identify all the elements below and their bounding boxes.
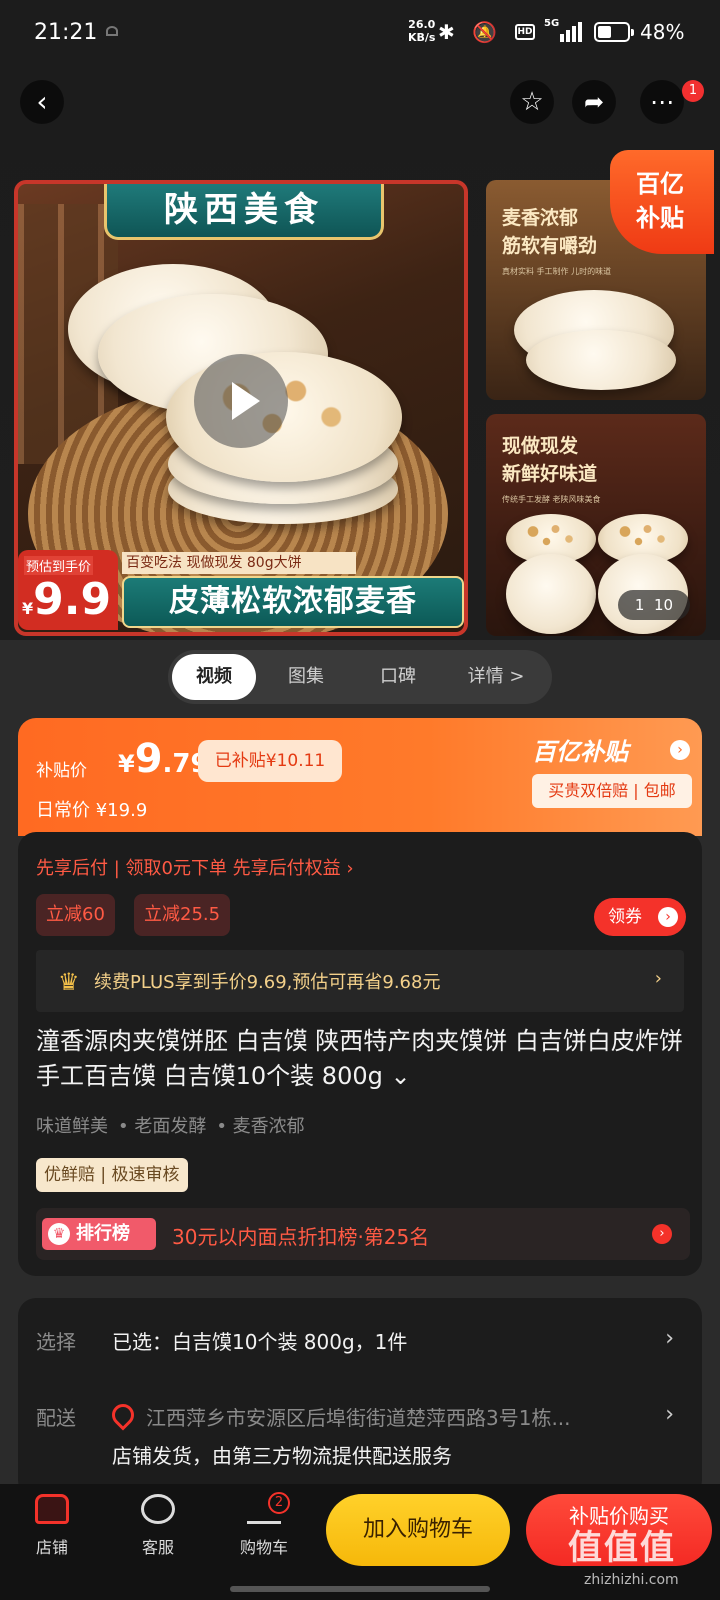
chevron-right-icon: › <box>652 1224 672 1244</box>
mute-icon: 🔕 <box>472 20 497 44</box>
status-bar: 21:21 26.0 KB/s ✱ 🔕 HD 5G 48% <box>0 0 720 66</box>
image-counter: 1 10 <box>618 590 690 620</box>
product-title: 潼香源肉夹馍饼胚 白吉馍 陕西特产肉夹馍饼 白吉饼白皮炸饼 手工百吉馍 白吉馍1… <box>36 1027 683 1090</box>
shop-button[interactable]: 店铺 <box>12 1494 92 1558</box>
chevron-right-icon: › <box>658 907 678 927</box>
chevron-right-icon: › <box>654 968 662 989</box>
ship-label: 配送 <box>36 1406 76 1430</box>
home-indicator[interactable] <box>230 1586 490 1592</box>
service-tags[interactable]: 优鲜赔 | 极速审核 <box>36 1158 188 1192</box>
bluetooth-icon: ✱ <box>438 20 455 44</box>
add-to-cart-button[interactable]: 加入购物车 <box>326 1494 510 1566</box>
main-product-video[interactable]: 陕西美食 预估到手价 ¥9.9 百变吃法 现做现发 80g大饼 皮薄松软浓郁麦香 <box>14 180 468 636</box>
paylater-link[interactable]: 先享后付 | 领取0元下单 先享后付权益 › <box>36 854 354 880</box>
options-card: 选择 已选：白吉馍10个装 800g，1件 › 配送 江西萍乡市安源区后埠街街道… <box>18 1298 702 1498</box>
watermark-url: zhizhizhi.com <box>584 1572 679 1588</box>
price-panel: 补贴价 ¥9.79 已补贴¥10.11 日常价 ¥19.9 百亿补贴 › 买贵双… <box>18 718 702 836</box>
banner-title: 陕西美食 <box>104 184 384 240</box>
coupon-button[interactable]: 领券 › <box>594 898 686 936</box>
star-icon[interactable]: ☆ <box>510 80 554 124</box>
bottom-action-bar: 店铺 客服 购物车 2 加入购物车 补贴价购买 值值值 zhizhizhi.co… <box>0 1484 720 1600</box>
perk-tag: 买贵双倍赔 | 包邮 <box>532 774 692 808</box>
shop-icon <box>35 1494 69 1524</box>
tab-video[interactable]: 视频 <box>172 654 256 700</box>
share-icon[interactable]: ➦ <box>572 80 616 124</box>
banner-slogan: 皮薄松软浓郁麦香 <box>122 576 464 628</box>
discount-chip[interactable]: 立减60 <box>36 894 115 936</box>
more-icon[interactable]: ⋯ <box>640 80 684 124</box>
rank-badge: ♛ 排行榜 <box>42 1218 156 1250</box>
battery-icon <box>594 22 634 42</box>
banner-subline: 百变吃法 现做现发 80g大饼 <box>122 552 356 574</box>
play-icon[interactable] <box>194 354 288 448</box>
choose-value[interactable]: 已选：白吉馍10个装 800g，1件 <box>112 1326 407 1355</box>
crown-icon: ♛ <box>58 968 80 996</box>
tab-details[interactable]: 详情 > <box>448 654 544 700</box>
cart-count-badge: 2 <box>268 1492 290 1514</box>
signal-icon: 5G <box>544 18 584 44</box>
choose-label: 选择 <box>36 1330 76 1354</box>
hd-icon: HD <box>515 24 535 40</box>
rank-text: 30元以内面点折扣榜·第25名 <box>172 1225 430 1249</box>
product-page: 21:21 26.0 KB/s ✱ 🔕 HD 5G 48% ‹ ☆ ➦ ⋯ 1 … <box>0 0 720 1600</box>
service-button[interactable]: 客服 <box>118 1494 198 1558</box>
chevron-right-icon[interactable]: › <box>670 740 690 760</box>
tab-reviews[interactable]: 口碑 <box>356 654 440 700</box>
product-info-card: 先享后付 | 领取0元下单 先享后付权益 › 立减60 立减25.5 领券 › ♛… <box>18 832 702 1276</box>
rank-bar[interactable]: ♛ 排行榜 30元以内面点折扣榜·第25名 › <box>36 1208 690 1260</box>
ship-address[interactable]: 江西萍乡市安源区后埠街街道楚萍西路3号1栋... <box>146 1402 646 1431</box>
tab-gallery[interactable]: 图集 <box>264 654 348 700</box>
more-badge: 1 <box>682 80 704 102</box>
cart-button[interactable]: 购物车 <box>224 1494 304 1558</box>
back-icon[interactable]: ‹ <box>20 80 64 124</box>
status-time: 21:21 <box>34 20 98 45</box>
ship-note: 店铺发货，由第三方物流提供配送服务 <box>112 1444 452 1468</box>
subsidy-brand[interactable]: 百亿补贴 <box>532 732 628 767</box>
plus-bar[interactable]: ♛ 续费PLUS享到手价9.69,预估可再省9.68元 › <box>36 950 684 1012</box>
chevron-right-icon[interactable]: › <box>665 1326 674 1351</box>
price-tag: 预估到手价 ¥9.9 <box>18 550 118 630</box>
discount-chip[interactable]: 立减25.5 <box>134 894 231 936</box>
subsidy-badge: 百亿 补贴 <box>610 150 714 254</box>
battery-percent: 48% <box>640 20 685 44</box>
watermark: 值值值 <box>568 1528 676 1568</box>
trophy-icon: ♛ <box>48 1223 70 1245</box>
daily-price: 日常价 ¥19.9 <box>36 800 148 821</box>
media-tabs: 视频 图集 口碑 详情 > <box>168 650 552 704</box>
feature-list: 味道鲜美 • 老面发酵 • 麦香浓郁 <box>36 1116 305 1137</box>
net-speed: 26.0 KB/s <box>408 18 436 44</box>
subsidy-price: ¥9.79 <box>118 736 209 782</box>
notification-icon <box>106 26 118 36</box>
chat-icon <box>141 1494 175 1524</box>
subsidy-price-label: 补贴价 <box>36 761 87 781</box>
subsidized-amount: 已补贴¥10.11 <box>198 740 342 782</box>
chevron-right-icon[interactable]: › <box>665 1402 674 1427</box>
location-icon <box>107 1399 139 1431</box>
